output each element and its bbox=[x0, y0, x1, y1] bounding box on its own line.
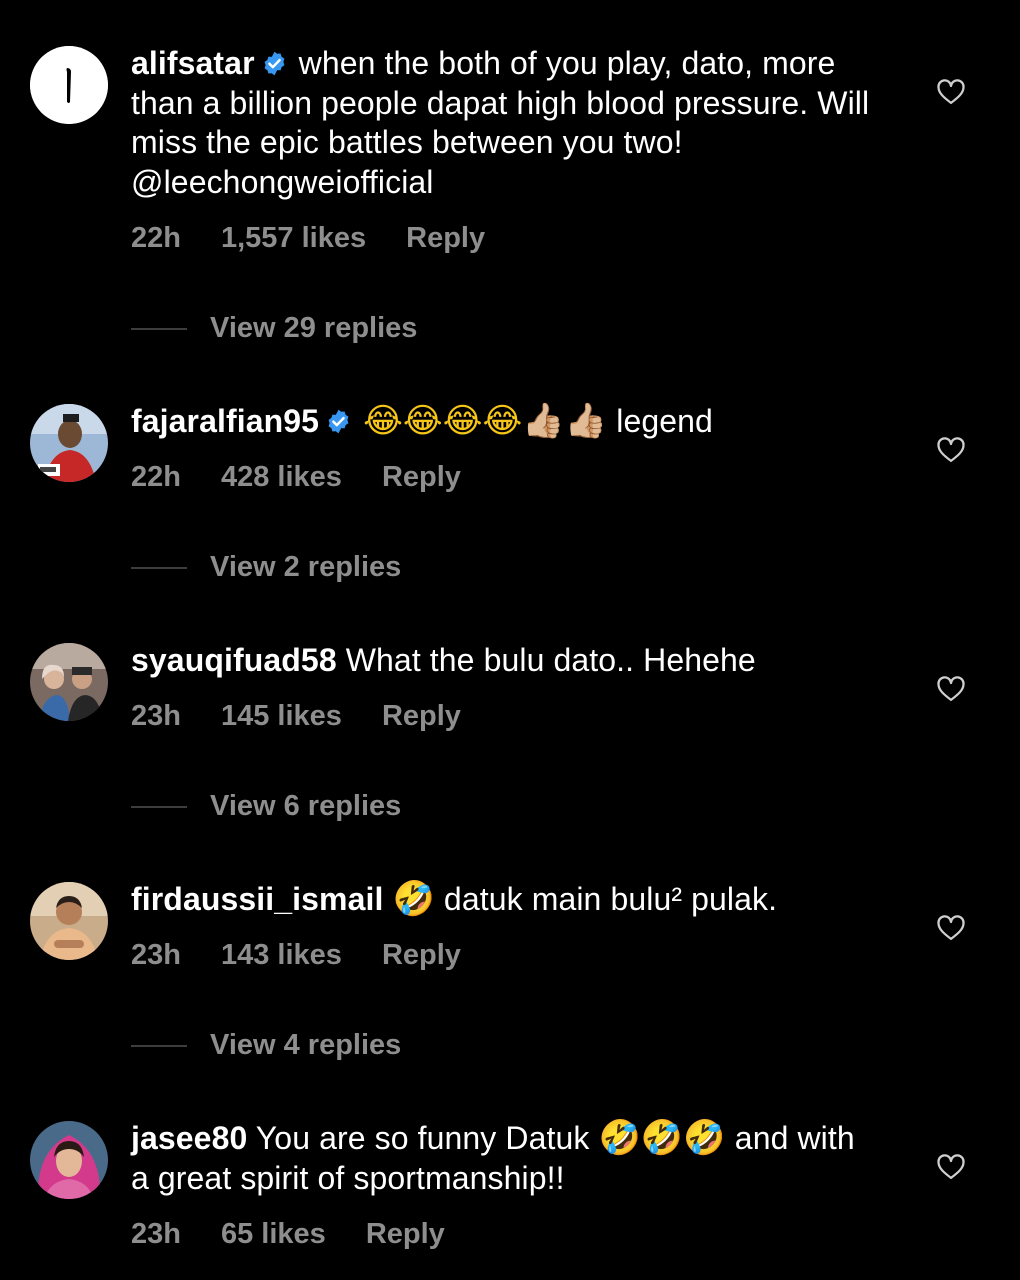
comment-meta: 22h 1,557 likes Reply bbox=[131, 222, 485, 255]
comment-meta: 23h 65 likes Reply bbox=[131, 1218, 445, 1251]
view-replies-label: View 4 replies bbox=[210, 1029, 402, 1061]
replies-divider bbox=[131, 1045, 187, 1048]
comment-text: syauqifuad58 What the bulu dato.. Hehehe bbox=[131, 641, 871, 681]
avatar[interactable] bbox=[30, 643, 108, 721]
view-replies-label: View 29 replies bbox=[210, 312, 418, 344]
view-replies-button[interactable]: View 4 replies bbox=[131, 1029, 401, 1062]
heart-outline-icon[interactable] bbox=[936, 435, 966, 463]
comment-username[interactable]: firdaussii_ismail bbox=[131, 881, 383, 917]
comment-text: jasee80 You are so funny Datuk 🤣🤣🤣 and w… bbox=[131, 1118, 871, 1198]
comment-time: 22h bbox=[131, 461, 181, 493]
comment-text: fajaralfian95 😂😂😂😂👍🏼👍🏼 legend bbox=[131, 401, 871, 442]
comment-likes[interactable]: 65 likes bbox=[221, 1218, 326, 1251]
comment-body-start: You are so funny Datuk bbox=[255, 1120, 590, 1156]
comment-body: legend bbox=[616, 403, 713, 439]
replies-divider bbox=[131, 328, 187, 331]
heart-outline-icon[interactable] bbox=[936, 913, 966, 941]
verified-badge-icon bbox=[328, 409, 349, 434]
replies-divider bbox=[131, 567, 187, 570]
comment-body: What the bulu dato.. Hehehe bbox=[345, 642, 756, 678]
comment-time: 23h bbox=[131, 1218, 181, 1250]
reply-button[interactable]: Reply bbox=[382, 700, 461, 733]
comment-likes[interactable]: 1,557 likes bbox=[221, 222, 366, 255]
reply-button[interactable]: Reply bbox=[366, 1218, 445, 1251]
emoji-rofl-icon: 🤣🤣🤣 bbox=[598, 1118, 726, 1158]
comment-text: alifsatar when the both of you play, dat… bbox=[131, 44, 871, 202]
view-replies-button[interactable]: View 2 replies bbox=[131, 551, 401, 584]
comment-username[interactable]: jasee80 bbox=[131, 1120, 247, 1156]
comment-text: firdaussii_ismail 🤣 datuk main bulu² pul… bbox=[131, 879, 871, 920]
reply-button[interactable]: Reply bbox=[406, 222, 485, 255]
emoji-rofl-icon: 🤣 bbox=[392, 879, 435, 919]
comment-username[interactable]: alifsatar bbox=[131, 45, 255, 81]
avatar[interactable] bbox=[30, 1121, 108, 1199]
comment-username[interactable]: fajaralfian95 bbox=[131, 403, 319, 439]
reply-button[interactable]: Reply bbox=[382, 939, 461, 972]
verified-badge-icon bbox=[264, 51, 285, 76]
comment-likes[interactable]: 428 likes bbox=[221, 461, 342, 494]
athlete-photo-avatar-icon bbox=[30, 404, 108, 482]
comment-body: datuk main bulu² pulak. bbox=[443, 881, 778, 917]
comment-meta: 23h 143 likes Reply bbox=[131, 939, 461, 972]
emoji-laughing-thumbs-icon: 😂😂😂😂👍🏼👍🏼 bbox=[363, 401, 608, 441]
comment-likes[interactable]: 145 likes bbox=[221, 700, 342, 733]
letter-logo-avatar-icon bbox=[30, 46, 108, 124]
heart-outline-icon[interactable] bbox=[936, 674, 966, 702]
replies-divider bbox=[131, 806, 187, 809]
man-photo-avatar-icon bbox=[30, 882, 108, 960]
view-replies-button[interactable]: View 29 replies bbox=[131, 312, 417, 345]
avatar[interactable] bbox=[30, 46, 108, 124]
heart-outline-icon[interactable] bbox=[936, 1152, 966, 1180]
comment-meta: 23h 145 likes Reply bbox=[131, 700, 461, 733]
comment-likes[interactable]: 143 likes bbox=[221, 939, 342, 972]
comment-meta: 22h 428 likes Reply bbox=[131, 461, 461, 494]
comment-time: 23h bbox=[131, 700, 181, 732]
avatar[interactable] bbox=[30, 882, 108, 960]
comment-time: 23h bbox=[131, 939, 181, 971]
view-replies-button[interactable]: View 6 replies bbox=[131, 790, 401, 823]
woman-photo-avatar-icon bbox=[30, 1121, 108, 1199]
avatar[interactable] bbox=[30, 404, 108, 482]
view-replies-label: View 6 replies bbox=[210, 790, 402, 822]
family-photo-avatar-icon bbox=[30, 643, 108, 721]
comment-username[interactable]: syauqifuad58 bbox=[131, 642, 337, 678]
heart-outline-icon[interactable] bbox=[936, 77, 966, 105]
comment-time: 22h bbox=[131, 222, 181, 254]
reply-button[interactable]: Reply bbox=[382, 461, 461, 494]
view-replies-label: View 2 replies bbox=[210, 551, 402, 583]
